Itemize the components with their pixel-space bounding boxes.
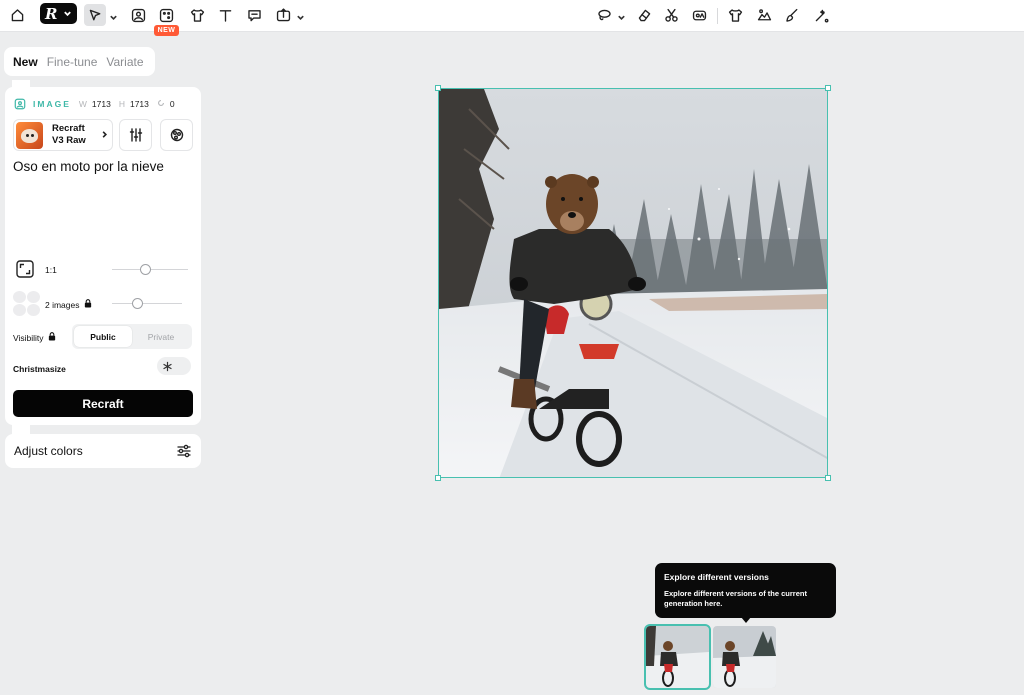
background-button[interactable]	[753, 4, 775, 26]
toolbar-divider	[717, 8, 718, 24]
home-icon[interactable]	[6, 4, 28, 26]
generated-image[interactable]	[438, 88, 828, 478]
image-icon	[131, 8, 145, 22]
brush-icon	[785, 8, 797, 22]
chevron-down-icon[interactable]	[296, 9, 305, 20]
shirt-icon	[190, 8, 204, 22]
background-icon	[757, 8, 771, 20]
select-tool-button[interactable]	[84, 4, 106, 26]
visibility-public[interactable]: Public	[74, 326, 132, 347]
logo-menu-button[interactable]: R	[40, 3, 77, 24]
export-tool-button[interactable]	[272, 4, 294, 26]
tooltip-arrow	[741, 617, 751, 623]
style-button[interactable]	[160, 119, 193, 151]
visibility-toggle: Public Private	[72, 324, 192, 349]
eraser-icon	[638, 9, 650, 21]
christmasize-label: Christmasize	[13, 364, 66, 374]
tooltip-title: Explore different versions	[664, 572, 769, 582]
christmasize-toggle[interactable]	[157, 357, 191, 375]
adjust-colors-panel[interactable]: Adjust colors	[5, 434, 201, 468]
version-thumbnail[interactable]	[713, 626, 776, 688]
height-label: H	[118, 99, 125, 109]
image-count-text: 2 images	[45, 299, 80, 310]
chevron-right-icon	[100, 126, 109, 144]
count-slider-track[interactable]	[112, 303, 182, 304]
eraser-tool-button[interactable]	[633, 4, 655, 26]
top-toolbar: R NEW	[0, 0, 1024, 36]
lock-icon	[80, 299, 92, 310]
brush-button[interactable]	[781, 4, 803, 26]
sliders-icon	[129, 128, 142, 142]
vectorize-tool-button[interactable]	[688, 4, 710, 26]
width-label: W	[78, 99, 87, 109]
model-name-line1: Recraft	[52, 123, 85, 134]
aspect-slider-knob[interactable]	[140, 264, 151, 275]
lasso-tool-button[interactable]	[593, 4, 615, 26]
tab-new[interactable]: New	[13, 55, 38, 69]
tooltip-body: Explore different versions of the curren…	[664, 589, 807, 608]
width-value[interactable]: 1713	[92, 99, 111, 109]
generation-panel: IMAGE W 1713 H 1713 0 Recraft V3 Raw Oso…	[5, 87, 201, 425]
height-value[interactable]: 1713	[130, 99, 149, 109]
vectorize-icon	[692, 10, 706, 20]
palette-icon	[170, 128, 183, 142]
tab-variate[interactable]: Variate	[106, 55, 143, 69]
comment-icon	[247, 9, 261, 21]
image-count-label: 2 images	[45, 299, 92, 310]
snowflake-icon	[160, 359, 174, 373]
resize-handle[interactable]	[825, 475, 831, 481]
lock-icon	[44, 332, 56, 343]
cut-tool-button[interactable]	[660, 4, 682, 26]
model-name: Recraft V3 Raw	[52, 123, 96, 147]
resize-handle[interactable]	[435, 85, 441, 91]
dice-icon	[159, 8, 173, 22]
version-thumbnail[interactable]	[644, 624, 711, 690]
magic-button[interactable]	[810, 4, 832, 26]
rotation-icon	[157, 99, 165, 109]
model-thumbnail	[16, 121, 43, 149]
visibility-text: Visibility	[13, 332, 44, 343]
text-icon	[219, 9, 231, 22]
mode-tabs: New Fine-tune Variate	[4, 47, 155, 76]
model-selector[interactable]: Recraft V3 Raw	[13, 119, 113, 151]
versions-tooltip: Explore different versions Explore diffe…	[655, 563, 836, 618]
tshirt-icon	[728, 8, 742, 22]
aspect-ratio-icon[interactable]	[14, 258, 36, 280]
mockup-button[interactable]	[724, 4, 746, 26]
rotation-value[interactable]: 0	[170, 99, 175, 109]
mockup-tool-button[interactable]	[186, 4, 208, 26]
adjust-colors-label: Adjust colors	[14, 444, 83, 458]
settings-sliders-button[interactable]	[119, 119, 152, 151]
generate-tool-button[interactable]	[155, 4, 177, 26]
visibility-label: Visibility	[13, 332, 56, 343]
aspect-ratio-label: 1:1	[45, 265, 57, 275]
image-properties: IMAGE W 1713 H 1713 0	[14, 97, 175, 111]
filter-sliders-icon[interactable]	[176, 443, 192, 459]
magic-icon	[815, 9, 828, 22]
tab-fine-tune[interactable]: Fine-tune	[47, 55, 98, 69]
chevron-down-icon	[64, 11, 72, 17]
image-tool-button[interactable]	[127, 4, 149, 26]
image-type-icon	[14, 98, 26, 110]
cursor-icon	[89, 9, 100, 20]
recraft-logo-icon: R	[45, 4, 58, 23]
lasso-icon	[597, 9, 611, 20]
count-slider-knob[interactable]	[132, 298, 143, 309]
model-name-line2: V3 Raw	[52, 135, 86, 146]
visibility-private[interactable]: Private	[132, 326, 190, 347]
resize-handle[interactable]	[435, 475, 441, 481]
new-badge: NEW	[154, 25, 179, 36]
chevron-down-icon[interactable]	[617, 9, 626, 20]
resize-handle[interactable]	[825, 85, 831, 91]
image-type-label: IMAGE	[33, 99, 71, 109]
recraft-button[interactable]: Recraft	[13, 390, 193, 417]
upload-image-icon	[276, 7, 290, 21]
scissors-icon	[664, 8, 678, 22]
comment-tool-button[interactable]	[243, 4, 265, 26]
image-count-icon	[13, 291, 41, 317]
text-tool-button[interactable]	[214, 4, 236, 26]
prompt-input[interactable]: Oso en moto por la nieve	[13, 159, 193, 174]
chevron-down-icon[interactable]	[109, 9, 118, 20]
